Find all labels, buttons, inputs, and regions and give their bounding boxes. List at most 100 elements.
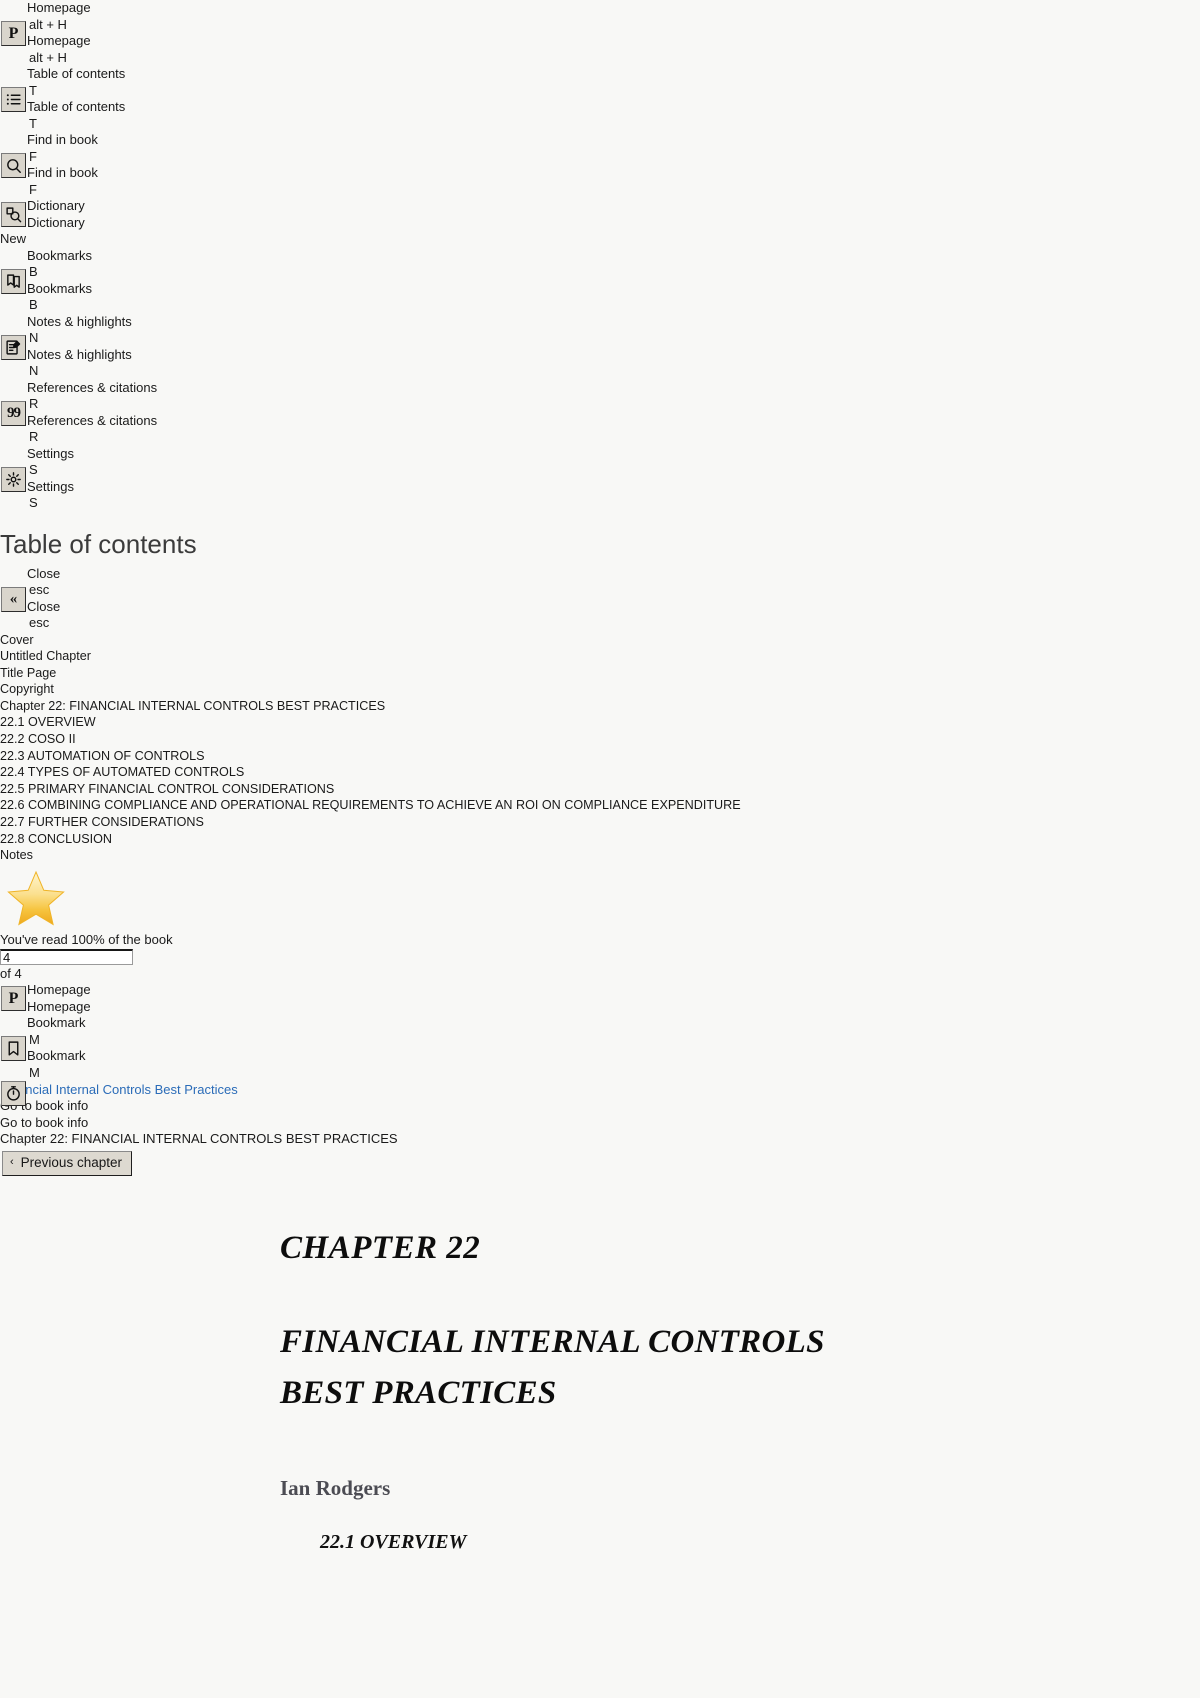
toc-entry[interactable]: 22.6 COMBINING COMPLIANCE AND OPERATIONA… bbox=[0, 797, 1200, 814]
sidebar_tools-references-citations-group: 99 References & citations R References & ci… bbox=[0, 380, 1200, 446]
toc_close-close-chevrons-group: «Close esc Close esc bbox=[0, 566, 1200, 632]
sidebar_tools-tool-1-line-1: T bbox=[29, 82, 37, 98]
dictionary-icon[interactable] bbox=[1, 202, 26, 227]
references-citations-icon[interactable]: 99 bbox=[1, 400, 26, 426]
book-info-link[interactable]: Go to book info bbox=[0, 1115, 1200, 1132]
sidebar_tools-tool-7-line-3: S bbox=[29, 495, 38, 510]
page-number-input[interactable] bbox=[0, 949, 133, 966]
sidebar_tools-tool-4-line-1: B bbox=[29, 264, 38, 279]
previous-chapter-label: Previous chapter bbox=[20, 1154, 122, 1170]
sidebar_tools-search-group: Find in book F Find in book F bbox=[0, 132, 1200, 198]
perlego-logo-icon[interactable]: P bbox=[1, 21, 26, 46]
toc-close-line-3: esc bbox=[29, 615, 50, 630]
bookmarks-icon[interactable] bbox=[1, 268, 26, 294]
bottom_tools-perlego-logo-group: P Homepage Homepage bbox=[0, 982, 1200, 1015]
bottom_tools-tool-1-line-1: M bbox=[29, 1031, 40, 1047]
new-badge: New bbox=[0, 231, 27, 246]
section-heading: 22.1 OVERVIEW bbox=[320, 1530, 467, 1553]
sidebar_tools-tool-2-line-2: Find in book bbox=[27, 165, 98, 180]
bottom_tools-tool-1-line-2: Bookmark bbox=[27, 1048, 86, 1064]
sidebar_tools-perlego-logo-group: P Homepage alt + H Homepage alt + H bbox=[0, 0, 1200, 66]
bottom_tools-tool-0-line-1: Homepage bbox=[27, 998, 91, 1014]
sidebar_tools-table-of-contents-group: Table of contents T Table of contents T bbox=[0, 66, 1200, 132]
sidebar_tools-tooltip-lines: Homepage alt + H Homepage alt + H bbox=[0, 0, 1200, 66]
sidebar_tools-tooltip-lines: Table of contents T Table of contents T bbox=[0, 66, 1200, 132]
book-info-links: Go to book info Go to book info bbox=[0, 1098, 1200, 1131]
sidebar_tools-tool-1-line-3: T bbox=[29, 115, 37, 131]
bottom_tools-tooltip-lines: Bookmark M Bookmark M bbox=[0, 1015, 1200, 1081]
current-chapter-label: Chapter 22: FINANCIAL INTERNAL CONTROLS … bbox=[0, 1131, 398, 1147]
sidebar_tools-tool-6-line-0: References & citations bbox=[27, 379, 158, 395]
sidebar_tools-tool-7-line-2: Settings bbox=[27, 478, 74, 494]
sidebar_tools-tool-5-line-1: N bbox=[29, 330, 39, 345]
sidebar_tools-tool-0-line-0: Homepage bbox=[27, 0, 91, 15]
search-icon[interactable] bbox=[1, 153, 26, 178]
toc-entry[interactable]: 22.2 COSO II bbox=[0, 731, 1200, 748]
bottom_tools-bookmark-group: Bookmark M Bookmark M bbox=[0, 1015, 1200, 1081]
sidebar_tools-tool-2-line-1: F bbox=[29, 148, 37, 164]
sidebar_tools-tooltip-lines: Settings S Settings S bbox=[0, 446, 1200, 512]
toc-close-line-0: Close bbox=[27, 565, 61, 581]
table-of-contents-icon[interactable] bbox=[1, 87, 26, 112]
chevron-left-icon: ‹ bbox=[10, 1156, 14, 1169]
sidebar_tools-tool-6-line-2: References & citations bbox=[27, 412, 158, 428]
sidebar_tools-tooltip-lines: Notes & highlights N Notes & highlights N bbox=[0, 314, 1200, 380]
sidebar_tools-tool-2-line-3: F bbox=[29, 181, 37, 197]
sidebar_tools-tool-4-line-3: B bbox=[29, 297, 38, 312]
sidebar_tools-tool-0-line-1: alt + H bbox=[29, 16, 67, 32]
perlego-logo-icon[interactable]: P bbox=[1, 986, 26, 1012]
toc-entry[interactable]: 22.7 FURTHER CONSIDERATIONS bbox=[0, 814, 1200, 831]
toc-entry[interactable]: 22.4 TYPES OF AUTOMATED CONTROLS bbox=[0, 764, 1200, 781]
reader-top-toolbar: P Homepage alt + H Homepage alt + H Table of … bbox=[0, 0, 1200, 512]
previous-chapter-button[interactable]: ‹ Previous chapter bbox=[2, 1150, 132, 1176]
chapter-number-heading: CHAPTER 22 bbox=[280, 1229, 481, 1266]
reading-timer-icon[interactable] bbox=[1, 1081, 26, 1107]
sidebar_tools-tool-0-line-2: Homepage bbox=[27, 33, 91, 48]
sidebar_tools-tool-4-line-0: Bookmarks bbox=[27, 247, 93, 263]
bottom_tools-tool-1-line-3: M bbox=[29, 1064, 40, 1080]
sidebar_tools-tool-5-line-0: Notes & highlights bbox=[27, 313, 132, 329]
sidebar_tools-tool-3-line-1: Dictionary bbox=[27, 214, 85, 230]
settings-gear-icon[interactable] bbox=[1, 466, 26, 492]
sidebar_tools-tooltip-lines: Dictionary Dictionary bbox=[0, 198, 1200, 231]
toc-entry[interactable]: 22.1 OVERVIEW bbox=[0, 714, 1200, 731]
sidebar_tools-tooltip-lines: References & citations R References & cita… bbox=[0, 380, 1200, 446]
sidebar_tools-tool-2-line-0: Find in book bbox=[27, 132, 98, 147]
toc-entry[interactable]: Cover bbox=[0, 632, 1200, 649]
sidebar_tools-dictionary-group: Dictionary Dictionary bbox=[0, 198, 1200, 231]
chapter-author: Ian Rodgers bbox=[280, 1475, 391, 1500]
toc-entry[interactable]: Title Page bbox=[0, 665, 1200, 682]
toc-entry[interactable]: 22.5 PRIMARY FINANCIAL CONTROL CONSIDERA… bbox=[0, 781, 1200, 798]
bottom_tools-tooltip-lines: Homepage Homepage bbox=[0, 982, 1200, 1015]
toc_close-tooltip-lines: Close esc Close esc bbox=[0, 566, 1200, 632]
toc-entry[interactable]: 22.8 CONCLUSION bbox=[0, 831, 1200, 848]
sidebar_tools-tool-5-line-2: Notes & highlights bbox=[27, 346, 132, 362]
book-title-link[interactable]: Financial Internal Controls Best Practic… bbox=[0, 1081, 1200, 1098]
toc-close-line-2: Close bbox=[27, 598, 61, 614]
sidebar_tools-tooltip-lines: Find in book F Find in book F bbox=[0, 132, 1200, 198]
chapter-title-heading: FINANCIAL INTERNAL CONTROLS BEST PRACTIC… bbox=[280, 1323, 825, 1411]
sidebar_tools-tool-5-line-3: N bbox=[29, 363, 39, 378]
sidebar_tools-tool-6-line-1: R bbox=[29, 396, 39, 411]
toc-entry[interactable]: Copyright bbox=[0, 681, 1200, 698]
star-icon bbox=[0, 864, 1200, 933]
reading-progress-text: You've read 100% of the book bbox=[0, 932, 173, 948]
sidebar_tools-tool-6-line-3: R bbox=[29, 429, 39, 444]
sidebar_tools-tool-1-line-2: Table of contents bbox=[27, 99, 126, 114]
toc-entry[interactable]: Untitled Chapter bbox=[0, 648, 1200, 665]
bookmark-icon[interactable] bbox=[1, 1036, 26, 1062]
toc-close-line-1: esc bbox=[29, 582, 50, 597]
reader-bottom-toolbar: P Homepage Homepage Bookmark M Bookmark M bbox=[0, 982, 1200, 1107]
notes-highlights-icon[interactable] bbox=[1, 334, 26, 360]
toc-close-block: «Close esc Close esc bbox=[0, 566, 1200, 632]
close-chevrons-icon[interactable]: « bbox=[1, 586, 26, 612]
sidebar_tools-tooltip-lines: Bookmarks B Bookmarks B bbox=[0, 248, 1200, 314]
toc-entry[interactable]: Notes bbox=[0, 847, 1200, 864]
total-pages-label: of 4 bbox=[0, 966, 22, 982]
book-info-link[interactable]: Go to book info bbox=[0, 1098, 1200, 1115]
sidebar_tools-tool-3-line-0: Dictionary bbox=[27, 198, 85, 213]
toc-entry[interactable]: Chapter 22: FINANCIAL INTERNAL CONTROLS … bbox=[0, 698, 1200, 715]
toc-entry[interactable]: 22.3 AUTOMATION OF CONTROLS bbox=[0, 748, 1200, 765]
sidebar_tools-tool-1-line-0: Table of contents bbox=[27, 66, 126, 81]
sidebar_tools-tool-7-line-1: S bbox=[29, 462, 38, 477]
